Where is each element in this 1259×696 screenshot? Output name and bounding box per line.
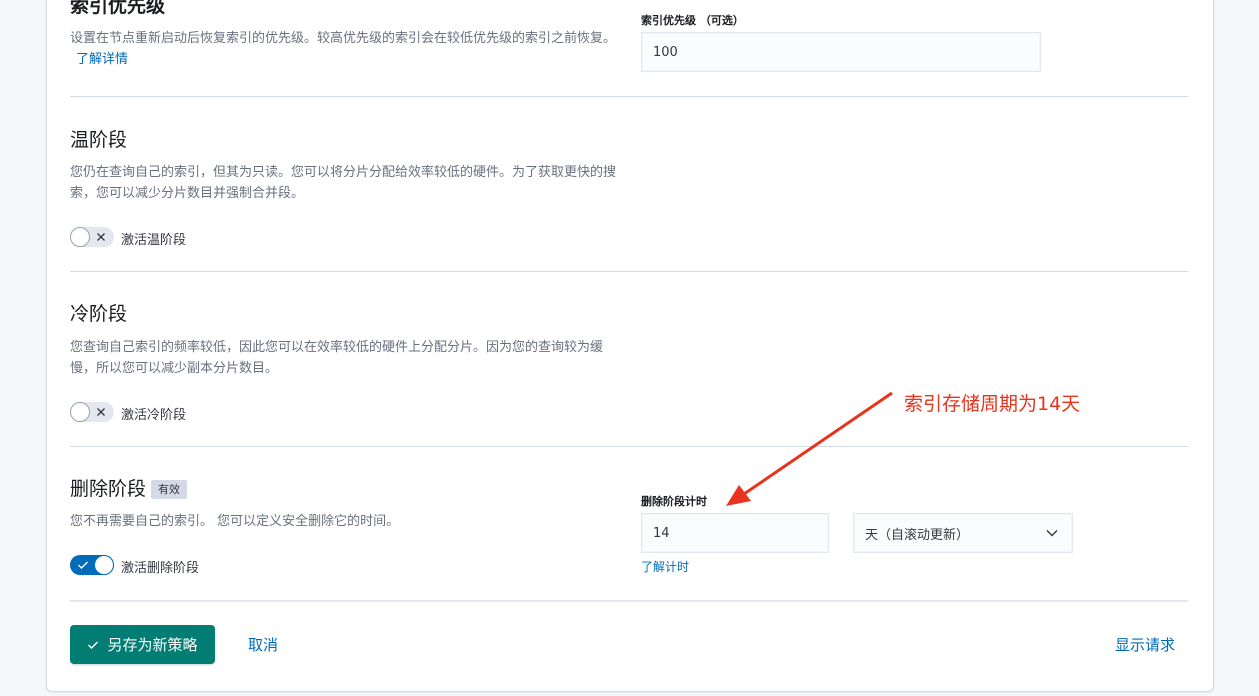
- index-priority-field-label: 索引优先级 （可选）: [641, 14, 744, 27]
- delete-timing-label: 删除阶段计时: [641, 495, 707, 508]
- index-priority-value: 100: [653, 44, 678, 60]
- toggle-knob: [94, 555, 114, 575]
- delete-timing-unit-select[interactable]: 天（自滚动更新）: [853, 513, 1073, 553]
- warm-phase-toggle[interactable]: [70, 227, 114, 247]
- index-priority-input[interactable]: 100: [641, 32, 1041, 72]
- index-priority-description: 设置在节点重新启动后恢复索引的优先级。较高优先级的索引会在较低优先级的索引之前恢…: [70, 28, 618, 70]
- delete-timing-unit-value: 天（自滚动更新）: [865, 527, 970, 543]
- section-divider: [70, 96, 1188, 97]
- show-request-button[interactable]: 显示请求: [1115, 634, 1175, 655]
- close-icon: [90, 227, 112, 247]
- status-badge: 有效: [151, 479, 188, 499]
- save-as-new-policy-label: 另存为新策略: [107, 636, 198, 654]
- cold-phase-toggle[interactable]: [70, 402, 114, 422]
- close-icon: [90, 402, 112, 422]
- annotation-arrow-icon: [726, 391, 893, 506]
- learn-timing-link[interactable]: 了解计时: [641, 558, 689, 575]
- toggle-knob: [70, 227, 90, 247]
- index-priority-title: 索引优先级: [70, 0, 166, 17]
- delete-phase-toggle[interactable]: [70, 555, 114, 575]
- cold-phase-toggle-label: 激活冷阶段: [121, 408, 187, 423]
- delete-timing-value: 14: [653, 525, 670, 541]
- warm-phase-title: 温阶段: [70, 129, 128, 151]
- cold-phase-description: 您查询自己索引的频率较低，因此您可以在效率较低的硬件上分配分片。因为您的查询较为…: [70, 340, 604, 376]
- annotation-text: 索引存储周期为14天: [904, 393, 1081, 415]
- toggle-knob: [70, 402, 90, 422]
- check-icon: [72, 555, 94, 575]
- cold-phase-title: 冷阶段: [70, 303, 128, 325]
- footer-divider: [70, 600, 1188, 602]
- warm-phase-toggle-label: 激活温阶段: [121, 233, 187, 248]
- delete-phase-toggle-label: 激活删除阶段: [121, 561, 200, 576]
- warm-phase-description: 您仍在查询自己的索引，但其为只读。您可以将分片分配给效率较低的硬件。为了获取更快…: [70, 165, 617, 201]
- delete-phase-title: 删除阶段: [70, 478, 147, 500]
- delete-timing-input[interactable]: 14: [641, 513, 829, 553]
- save-as-new-policy-button[interactable]: 另存为新策略: [70, 625, 215, 664]
- section-divider: [70, 446, 1188, 447]
- chevron-down-icon: [1046, 526, 1058, 541]
- delete-phase-header: 删除阶段 有效: [70, 477, 188, 501]
- delete-phase-description: 您不再需要自己的索引。 您可以定义安全删除它的时间。: [70, 514, 400, 529]
- cancel-button[interactable]: 取消: [248, 634, 278, 655]
- check-icon: [87, 636, 99, 654]
- index-priority-description-text: 设置在节点重新启动后恢复索引的优先级。较高优先级的索引会在较低优先级的索引之前恢…: [70, 31, 617, 46]
- index-priority-learn-more-link[interactable]: 了解详情: [76, 52, 128, 67]
- section-divider: [70, 271, 1188, 272]
